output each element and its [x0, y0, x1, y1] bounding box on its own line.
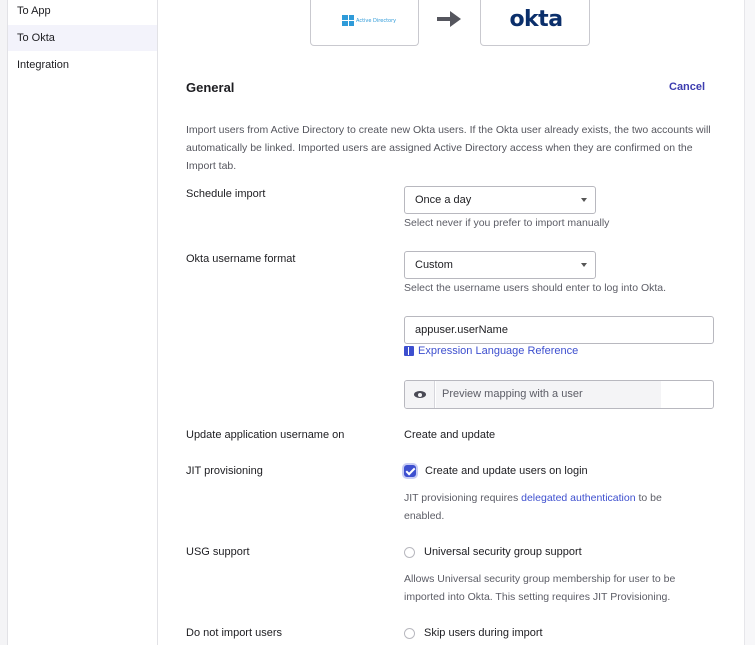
okta-logo-text: okta — [509, 7, 563, 32]
username-format-select[interactable]: Custom — [404, 251, 596, 279]
chevron-down-icon — [581, 263, 587, 267]
username-format-label: Okta username format — [186, 253, 296, 265]
jit-provisioning-hint: JIT provisioning requires delegated auth… — [404, 489, 704, 525]
update-username-value: Create and update — [404, 429, 496, 441]
do-not-import-label: Do not import users — [186, 627, 282, 639]
schedule-import-label: Schedule import — [186, 188, 266, 200]
skip-users-radio[interactable] — [404, 627, 415, 639]
right-edge — [744, 0, 755, 645]
username-expression-input[interactable]: appuser.userName — [404, 316, 714, 344]
active-directory-logo: Active Directory — [310, 0, 419, 46]
jit-provisioning-label: JIT provisioning — [186, 465, 263, 477]
arrow-right-icon — [437, 11, 461, 27]
schedule-import-hint: Select never if you prefer to import man… — [404, 217, 610, 229]
usg-support-radio[interactable] — [404, 546, 415, 558]
chevron-down-icon — [581, 198, 587, 202]
usg-support-label: USG support — [186, 546, 250, 558]
windows-icon — [342, 15, 354, 26]
usg-support-hint: Allows Universal security group membersh… — [404, 573, 676, 603]
section-description: Import users from Active Directory to cr… — [186, 124, 711, 172]
sidebar: To App To Okta Integration — [8, 0, 158, 645]
okta-logo: okta — [480, 0, 590, 46]
preview-mapping-input[interactable]: Preview mapping with a user — [436, 381, 661, 408]
preview-eye-button[interactable] — [405, 381, 435, 408]
jit-provisioning-option-label: Create and update users on login — [425, 465, 588, 477]
jit-hint-prefix: JIT provisioning requires — [404, 492, 522, 504]
jit-provisioning-checkbox[interactable] — [404, 465, 416, 477]
eye-icon — [414, 391, 426, 398]
left-edge — [0, 0, 8, 645]
active-directory-logo-text: Active Directory — [356, 17, 397, 24]
expression-language-link[interactable]: Expression Language Reference — [404, 345, 578, 357]
preview-mapping-field[interactable]: Preview mapping with a user — [404, 380, 714, 409]
sidebar-item-integration[interactable]: Integration — [8, 52, 157, 78]
usg-support-option[interactable]: Universal security group support — [404, 546, 582, 558]
cancel-button[interactable]: Cancel — [669, 81, 705, 93]
sidebar-item-to-okta[interactable]: To Okta — [8, 25, 157, 51]
expression-language-link-label: Expression Language Reference — [418, 345, 579, 357]
jit-provisioning-option[interactable]: Create and update users on login — [404, 465, 588, 477]
update-username-label: Update application username on — [186, 429, 345, 441]
skip-users-option-label: Skip users during import — [424, 627, 543, 639]
schedule-import-value: Once a day — [415, 194, 472, 206]
sidebar-item-to-app[interactable]: To App — [8, 0, 157, 24]
usg-support-option-label: Universal security group support — [424, 546, 582, 558]
username-format-value: Custom — [415, 259, 453, 271]
book-icon — [404, 346, 414, 356]
schedule-import-select[interactable]: Once a day — [404, 186, 596, 214]
skip-users-option[interactable]: Skip users during import — [404, 627, 543, 639]
username-format-hint: Select the username users should enter t… — [404, 282, 667, 294]
section-title: General — [186, 80, 235, 95]
delegated-authentication-link[interactable]: delegated authentication — [521, 492, 635, 504]
